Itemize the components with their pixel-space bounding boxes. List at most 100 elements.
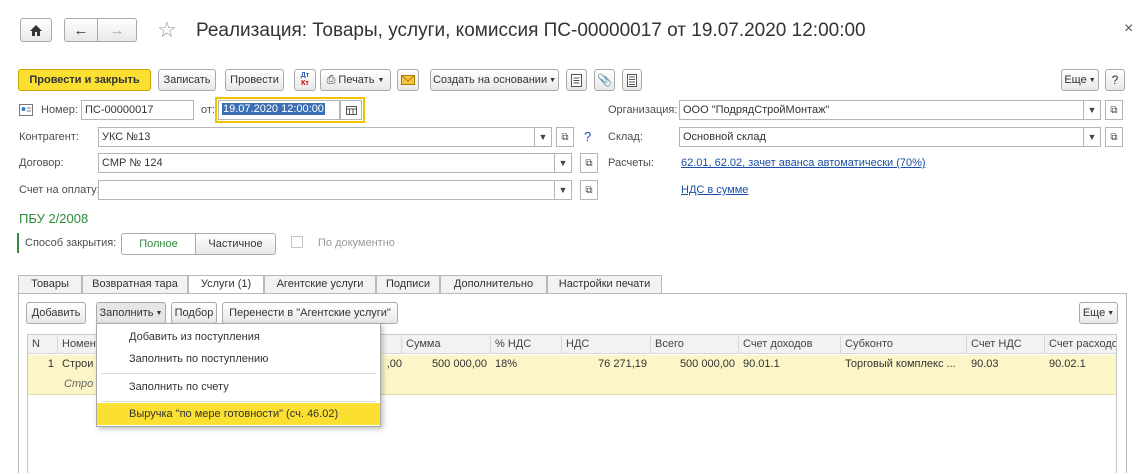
invoice-open[interactable]: ⧉ <box>580 180 598 200</box>
dt-label: Дт <box>300 72 310 79</box>
report-icon <box>571 73 582 87</box>
home-button[interactable] <box>20 18 52 42</box>
post-and-close-button[interactable]: Провести и закрыть <box>18 69 151 91</box>
menu-item-add-from-receipt[interactable]: Добавить из поступления <box>97 326 380 348</box>
col-total[interactable]: Всего <box>651 335 739 354</box>
fill-label: Заполнить <box>99 307 154 319</box>
back-button[interactable]: ← <box>64 18 98 42</box>
tab-print-settings[interactable]: Настройки печати <box>547 275 662 293</box>
menu-item-revenue-by-completion[interactable]: Выручка "по мере готовности" (сч. 46.02) <box>97 403 380 425</box>
date-field[interactable]: 19.07.2020 12:00:00 <box>218 100 340 120</box>
star-icon[interactable]: ☆ <box>157 17 177 43</box>
date-label: от: <box>201 104 215 116</box>
col-vat-rate[interactable]: % НДС <box>491 335 562 354</box>
attach-button[interactable]: 📎 <box>594 69 615 91</box>
warehouse-field[interactable]: Основной склад <box>679 127 1084 147</box>
print-button[interactable]: ⎙ Печать ▼ <box>320 69 391 91</box>
organization-open[interactable]: ⧉ <box>1105 100 1123 120</box>
organization-label: Организация: <box>608 104 678 116</box>
contract-open[interactable]: ⧉ <box>580 153 598 173</box>
by-document-label: По документно <box>318 237 395 249</box>
more-label: Еще <box>1064 74 1087 86</box>
col-income-account[interactable]: Счет доходов <box>739 335 841 354</box>
chevron-down-icon: ▼ <box>377 76 385 84</box>
document-icon <box>19 104 33 119</box>
tab-services[interactable]: Услуги (1) <box>188 275 264 294</box>
menu-separator <box>101 401 376 402</box>
fill-button[interactable]: Заполнить ▼ <box>96 302 166 324</box>
cell-vat-account: 90.03 <box>971 358 999 370</box>
counterparty-open[interactable]: ⧉ <box>556 127 574 147</box>
calendar-button[interactable] <box>340 100 362 120</box>
settlements-label: Расчеты: <box>608 157 654 169</box>
help-button[interactable]: ? <box>1105 69 1125 91</box>
cell-price: ,00 <box>386 358 402 370</box>
structure-button[interactable] <box>622 69 642 91</box>
number-field[interactable]: ПС-00000017 <box>81 100 194 120</box>
organization-field[interactable]: ООО "ПодрядСтройМонтаж" <box>679 100 1084 120</box>
move-to-agent-services-button[interactable]: Перенести в "Агентские услуги" <box>222 302 398 324</box>
col-vat[interactable]: НДС <box>562 335 651 354</box>
tab-signatures[interactable]: Подписи <box>376 275 440 293</box>
col-vat-account[interactable]: Счет НДС <box>967 335 1045 354</box>
create-based-on-button[interactable]: Создать на основании ▼ <box>430 69 559 91</box>
open-icon: ⧉ <box>1110 131 1118 143</box>
counterparty-dropdown[interactable]: ▼ <box>534 127 552 147</box>
chevron-down-icon: ▼ <box>558 158 568 168</box>
counterparty-field[interactable]: УКС №13 <box>98 127 535 147</box>
help-mark[interactable]: ? <box>584 129 591 144</box>
contract-field[interactable]: СМР № 124 <box>98 153 555 173</box>
chevron-down-icon: ▼ <box>155 309 163 317</box>
tab-goods[interactable]: Товары <box>18 275 82 293</box>
close-icon[interactable]: × <box>1124 20 1133 38</box>
closing-partial-button[interactable]: Частичное <box>195 233 276 255</box>
vat-link[interactable]: НДС в сумме <box>681 184 748 196</box>
invoice-field[interactable] <box>98 180 555 200</box>
more-button[interactable]: Еще ▼ <box>1061 69 1099 91</box>
warehouse-open[interactable]: ⧉ <box>1105 127 1123 147</box>
settlements-link[interactable]: 62.01, 62.02, зачет аванса автоматически… <box>681 157 926 169</box>
fill-menu: Добавить из поступления Заполнить по пос… <box>96 323 381 427</box>
organization-dropdown[interactable]: ▼ <box>1083 100 1101 120</box>
col-sum[interactable]: Сумма <box>402 335 491 354</box>
contract-dropdown[interactable]: ▼ <box>554 153 572 173</box>
open-icon: ⧉ <box>585 157 593 169</box>
col-subconto[interactable]: Субконто <box>841 335 967 354</box>
invoice-label: Счет на оплату: <box>19 184 100 196</box>
chevron-down-icon: ▼ <box>1088 76 1096 84</box>
dt-kt-button[interactable]: Дт Кт <box>294 69 316 91</box>
tab-agent-services[interactable]: Агентские услуги <box>264 275 376 293</box>
col-expense-account[interactable]: Счет расходо <box>1045 335 1116 354</box>
col-n[interactable]: N <box>28 335 58 354</box>
open-icon: ⧉ <box>561 131 569 143</box>
tab-additional[interactable]: Дополнительно <box>440 275 547 293</box>
warehouse-dropdown[interactable]: ▼ <box>1083 127 1101 147</box>
home-icon <box>30 24 42 36</box>
closing-full-button[interactable]: Полное <box>121 233 196 255</box>
email-button[interactable] <box>397 69 419 91</box>
kt-label: Кт <box>301 80 309 87</box>
add-row-button[interactable]: Добавить <box>26 302 86 324</box>
forward-button[interactable]: → <box>97 18 137 42</box>
chevron-down-icon: ▼ <box>1087 105 1097 115</box>
save-button[interactable]: Записать <box>158 69 216 91</box>
invoice-dropdown[interactable]: ▼ <box>554 180 572 200</box>
paperclip-icon: 📎 <box>597 73 612 87</box>
post-button[interactable]: Провести <box>225 69 284 91</box>
help-icon: ? <box>1111 73 1119 87</box>
number-label: Номер: <box>41 104 78 116</box>
select-button[interactable]: Подбор <box>171 302 217 324</box>
menu-separator <box>101 373 376 374</box>
report-button[interactable] <box>566 69 587 91</box>
chevron-down-icon: ▼ <box>1087 132 1097 142</box>
by-document-checkbox[interactable] <box>291 236 303 248</box>
menu-item-fill-by-invoice[interactable]: Заполнить по счету <box>97 376 380 398</box>
cell-n: 1 <box>47 358 54 370</box>
warehouse-label: Склад: <box>608 131 643 143</box>
chevron-down-icon: ▼ <box>538 132 548 142</box>
menu-item-fill-by-receipt[interactable]: Заполнить по поступлению <box>97 348 380 370</box>
calendar-icon <box>345 105 357 115</box>
table-more-button[interactable]: Еще ▼ <box>1079 302 1118 324</box>
closing-marker <box>17 233 19 253</box>
tab-returnable-packaging[interactable]: Возвратная тара <box>82 275 188 293</box>
